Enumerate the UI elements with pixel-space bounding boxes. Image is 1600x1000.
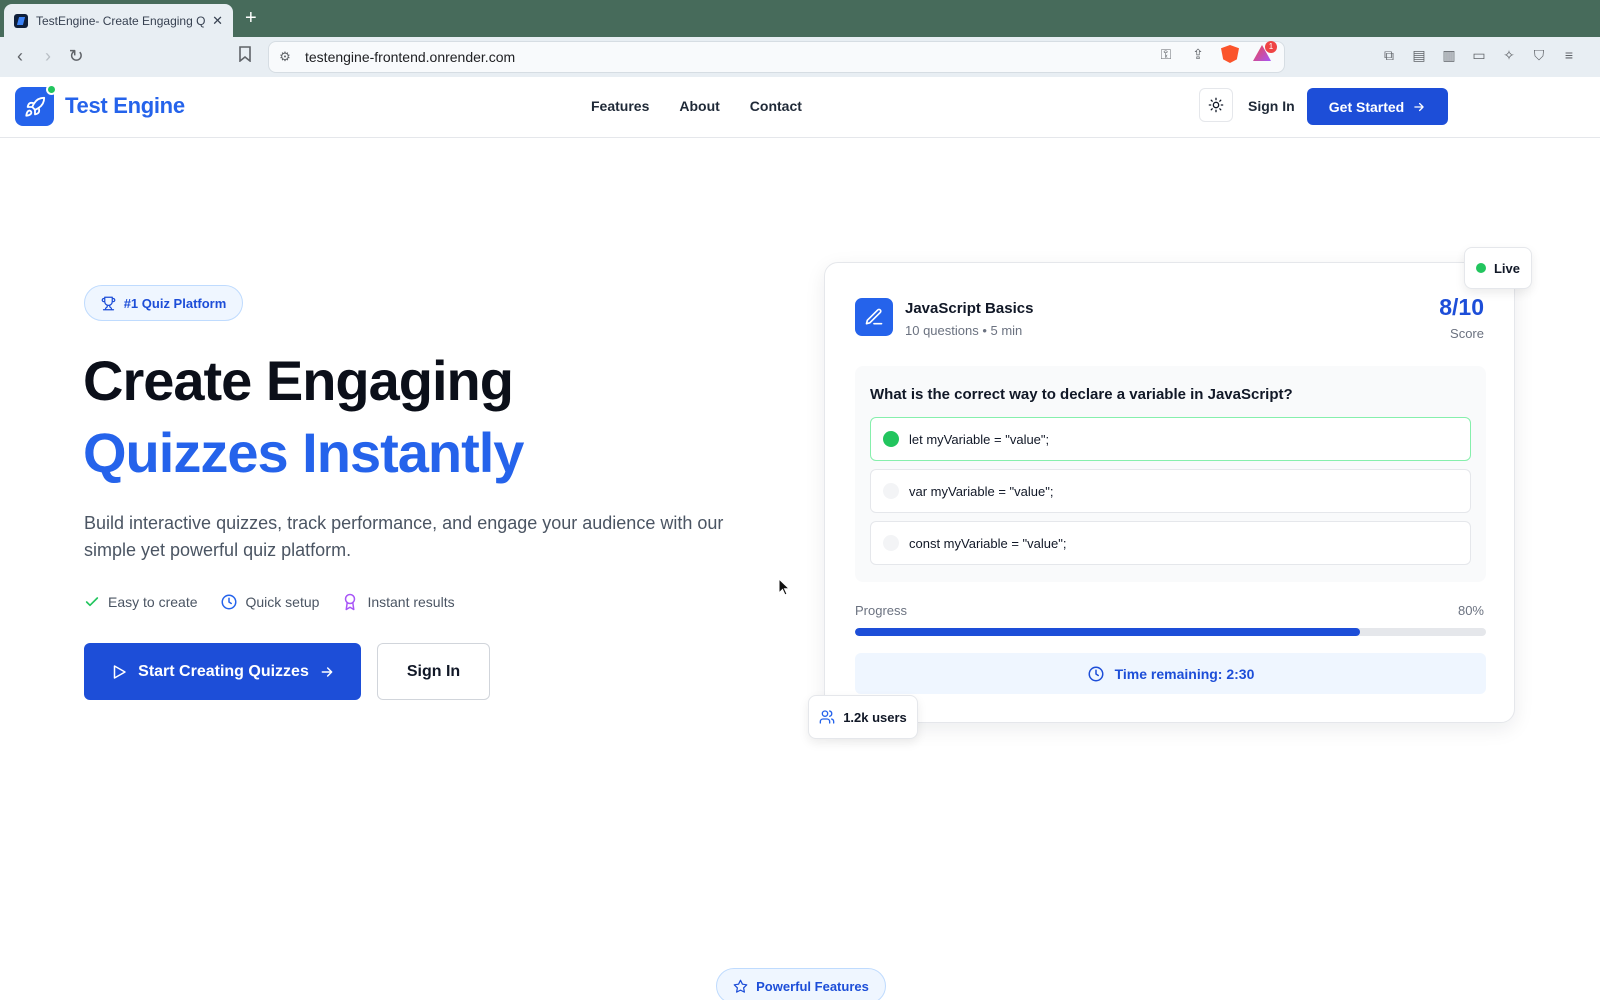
share-icon[interactable]: ⇪: [1189, 45, 1207, 63]
extensions-puzzle-icon[interactable]: ⧉: [1380, 46, 1398, 64]
answer-option[interactable]: const myVariable = "value";: [870, 521, 1471, 565]
browser-tab-bar: TestEngine- Create Engaging Q ✕ +: [0, 0, 1600, 37]
platform-badge: #1 Quiz Platform: [84, 285, 243, 321]
url-text: testengine-frontend.onrender.com: [305, 49, 516, 65]
browser-tab[interactable]: TestEngine- Create Engaging Q ✕: [4, 4, 233, 37]
clock-icon: [221, 594, 236, 610]
question-text: What is the correct way to declare a var…: [870, 386, 1293, 403]
feature-instant-results: Instant results: [341, 593, 455, 611]
platform-badge-label: #1 Quiz Platform: [123, 295, 227, 311]
clock-icon: [1088, 666, 1104, 681]
nav-link-features[interactable]: Features: [591, 98, 649, 114]
check-icon: [85, 597, 99, 607]
quiz-meta: 10 questions • 5 min: [905, 323, 1023, 338]
address-bar-actions: ⚿ ⇪ 1: [1157, 41, 1277, 63]
users-count-label: 1.2k users: [843, 709, 907, 725]
live-badge: Live: [1464, 247, 1532, 289]
leo-ai-icon[interactable]: ✧: [1500, 46, 1518, 64]
hero-title-line1: Create Engaging: [83, 349, 514, 412]
answer-option-label: let myVariable = "value";: [909, 431, 1050, 447]
star-icon: [733, 979, 748, 993]
progress-bar: [855, 628, 1486, 636]
start-creating-label: Start Creating Quizzes: [138, 662, 309, 680]
powerful-features-label: Powerful Features: [756, 978, 869, 994]
play-icon: [113, 664, 126, 679]
quiz-icon-box: [855, 298, 893, 336]
get-started-button[interactable]: Get Started: [1307, 88, 1448, 125]
time-remaining: Time remaining: 2:30: [855, 653, 1486, 694]
header-sign-in-link[interactable]: Sign In: [1248, 98, 1295, 114]
answer-option-label: const myVariable = "value";: [909, 535, 1067, 551]
unselected-dot-icon: [883, 535, 899, 551]
online-indicator-dot: [46, 84, 57, 95]
trophy-icon: [101, 296, 116, 310]
hero-sign-in-button[interactable]: Sign In: [377, 643, 490, 700]
time-remaining-label: Time remaining: 2:30: [1114, 665, 1255, 682]
sun-icon: [1208, 97, 1224, 113]
menu-icon[interactable]: ≡: [1560, 46, 1578, 64]
new-tab-button[interactable]: +: [245, 6, 257, 30]
hero-features: Easy to create Quick setup Instant resul…: [84, 593, 455, 611]
award-icon: [345, 593, 356, 611]
reload-icon[interactable]: ↻: [66, 46, 86, 66]
live-label: Live: [1493, 260, 1520, 276]
site-favicon-icon: [14, 13, 28, 28]
main-nav: Features About Contact: [591, 98, 802, 114]
back-arrow-icon[interactable]: ‹: [10, 46, 30, 66]
hero-description: Build interactive quizzes, track perform…: [84, 513, 724, 560]
selected-dot-icon: [883, 431, 899, 447]
arrow-right-icon: [321, 666, 333, 677]
question-box: What is the correct way to declare a var…: [855, 366, 1486, 582]
arrow-right-icon: [1414, 102, 1424, 111]
tab-title: TestEngine- Create Engaging Q: [36, 13, 206, 28]
site-settings-icon[interactable]: ⚙: [277, 49, 293, 65]
answer-option[interactable]: var myVariable = "value";: [870, 469, 1471, 513]
vpn-shield-icon[interactable]: ⛉: [1530, 46, 1548, 64]
progress-label: Progress: [855, 603, 908, 618]
feature-label: Easy to create: [108, 594, 198, 610]
reader-icon[interactable]: ▤: [1410, 46, 1428, 64]
tab-close-icon[interactable]: ✕: [212, 13, 223, 29]
answer-option-correct[interactable]: let myVariable = "value";: [870, 417, 1471, 461]
feature-label: Quick setup: [245, 594, 320, 610]
brand-name[interactable]: Test Engine: [65, 93, 185, 119]
start-creating-quizzes-button[interactable]: Start Creating Quizzes: [84, 643, 361, 700]
progress-value: 80%: [1457, 603, 1484, 618]
progress-bar-fill: [855, 628, 1360, 636]
site-header: Test Engine Features About Contact Sign …: [0, 77, 1600, 138]
users-count-badge: 1.2k users: [808, 695, 918, 739]
sidebar-icon[interactable]: ▥: [1440, 46, 1458, 64]
extensions-area: ⧉ ▤ ▥ ▭ ✧ ⛉ ≡: [1380, 46, 1578, 64]
powerful-features-badge: Powerful Features: [716, 968, 886, 1000]
brave-shields-icon[interactable]: [1221, 45, 1239, 63]
brave-rewards-icon[interactable]: 1: [1253, 41, 1277, 63]
feature-quick-setup: Quick setup: [220, 593, 320, 611]
feature-easy-to-create: Easy to create: [84, 594, 198, 610]
feature-label: Instant results: [367, 594, 455, 610]
quiz-title: JavaScript Basics: [905, 300, 1034, 317]
mouse-cursor-icon: [778, 578, 790, 596]
unselected-dot-icon: [883, 483, 899, 499]
bookmark-icon[interactable]: [235, 46, 255, 66]
nav-link-contact[interactable]: Contact: [750, 98, 802, 114]
forward-arrow-icon[interactable]: ›: [38, 46, 58, 66]
quiz-score-label: Score: [1450, 326, 1484, 341]
wallet-icon[interactable]: ▭: [1470, 46, 1488, 64]
users-icon: [819, 710, 835, 724]
address-bar[interactable]: ⚙ testengine-frontend.onrender.com: [268, 41, 1285, 73]
rewards-badge: 1: [1265, 41, 1277, 53]
get-started-label: Get Started: [1328, 98, 1405, 115]
nav-link-about[interactable]: About: [679, 98, 719, 114]
pen-icon: [865, 308, 883, 325]
hero-title-line2: Quizzes Instantly: [83, 421, 524, 484]
browser-toolbar: ‹ › ↻ ⚙ testengine-frontend.onrender.com…: [0, 37, 1600, 77]
quiz-preview-card: JavaScript Basics 10 questions • 5 min 8…: [824, 262, 1515, 723]
answer-option-label: var myVariable = "value";: [909, 483, 1054, 499]
theme-toggle-button[interactable]: [1199, 88, 1233, 122]
quiz-score: 8/10: [1439, 294, 1484, 320]
live-dot-icon: [1475, 263, 1486, 273]
key-icon[interactable]: ⚿: [1157, 45, 1175, 63]
rocket-icon: [24, 96, 45, 117]
